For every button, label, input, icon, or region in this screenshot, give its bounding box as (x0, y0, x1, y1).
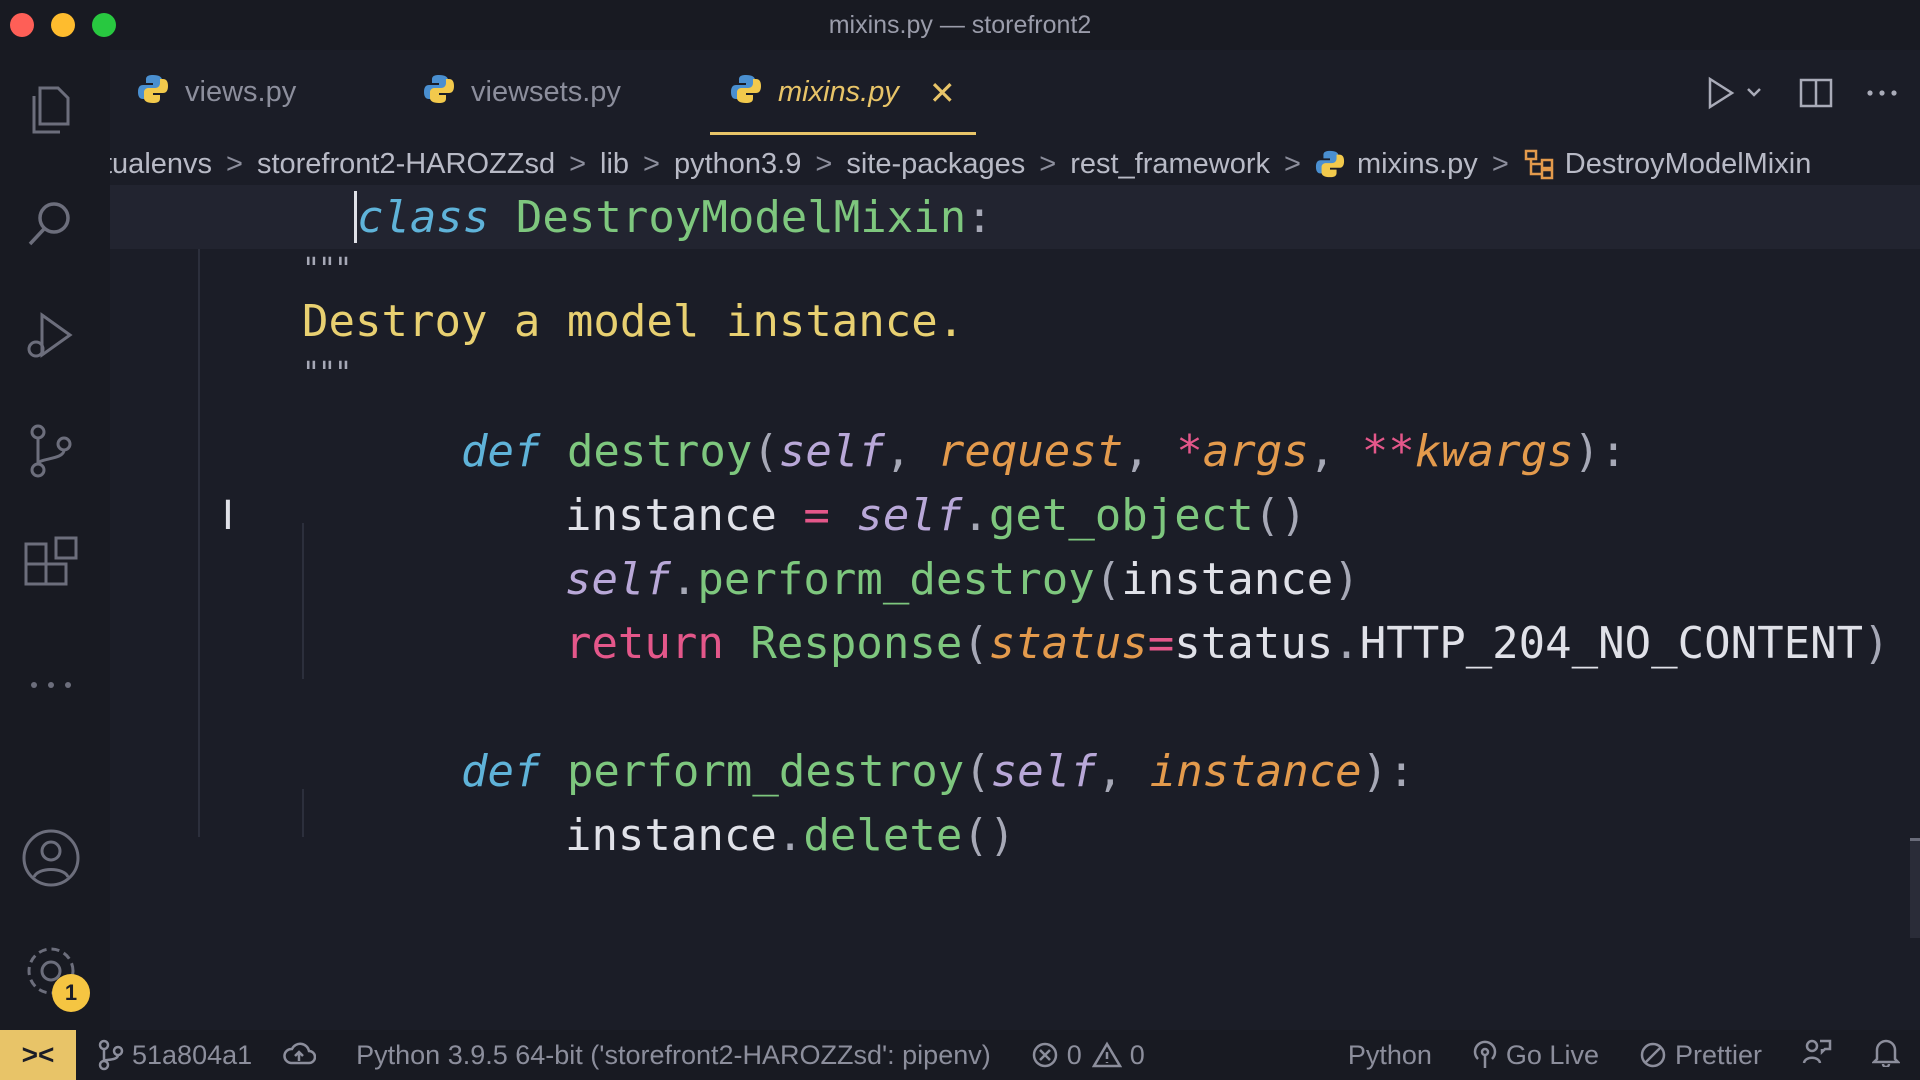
text-cursor (354, 191, 357, 243)
status-bar-right: Python Go Live Prettier (1348, 1037, 1920, 1074)
code-editor[interactable]: class DestroyModelMixin: """ Destroy a m… (110, 185, 1920, 1030)
activity-bar: 1 (0, 50, 110, 1030)
branch-icon (98, 1039, 124, 1071)
python-icon (730, 73, 762, 113)
branch-status[interactable]: 51a804a1 (96, 1039, 252, 1071)
settings-badge: 1 (52, 974, 90, 1012)
remote-indicator-button[interactable]: >< (0, 1030, 76, 1080)
accounts-icon[interactable] (20, 827, 82, 889)
breadcrumb-item[interactable]: tualenvs (110, 148, 212, 181)
title-bar: mixins.py — storefront2 (0, 0, 1920, 50)
tab-label: views.py (185, 76, 297, 108)
code-line: instance.delete() (564, 809, 1016, 861)
remote-icon: >< (21, 1039, 55, 1070)
tab-label: viewsets.py (471, 76, 621, 108)
python-icon (137, 73, 169, 113)
explorer-icon[interactable] (20, 80, 82, 142)
language-mode[interactable]: Python (1348, 1040, 1432, 1071)
code-line: return Response(status=status.HTTP_204_N… (564, 617, 1890, 669)
editor-actions (1704, 50, 1900, 135)
close-tab-icon[interactable]: ✕ (929, 74, 956, 112)
tab-viewsets-py[interactable]: viewsets.py (423, 50, 621, 135)
maximize-window-button[interactable] (92, 13, 116, 37)
cloud-upload-icon (283, 1042, 317, 1065)
run-debug-icon[interactable] (20, 305, 82, 367)
tab-bar: views.py viewsets.py mixins.py ✕ (110, 50, 1920, 135)
window-controls (10, 13, 116, 37)
warning-icon (1091, 1041, 1122, 1068)
python-icon (1315, 149, 1345, 179)
prettier-icon (1640, 1042, 1666, 1068)
notifications-bell-icon[interactable] (1870, 1037, 1902, 1074)
prettier-button[interactable]: Prettier (1639, 1040, 1762, 1071)
more-actions-icon[interactable] (1864, 75, 1900, 111)
tab-views-py[interactable]: views.py (137, 50, 296, 135)
close-window-button[interactable] (10, 13, 34, 37)
status-bar: >< 51a804a1 Python 3.9.5 64-bit ('storef… (0, 1030, 1920, 1080)
chevron-right-icon: > (1039, 147, 1057, 180)
source-control-icon[interactable] (20, 420, 82, 482)
minimize-window-button[interactable] (51, 13, 75, 37)
class-symbol-icon (1523, 148, 1555, 180)
breadcrumb-item[interactable]: rest_framework (1070, 148, 1270, 181)
python-icon (423, 73, 455, 113)
more-icon[interactable] (20, 654, 82, 716)
breadcrumb-item[interactable]: mixins.py (1357, 148, 1478, 181)
window-title: mixins.py — storefront2 (828, 10, 1092, 39)
broadcast-icon (1473, 1040, 1497, 1068)
go-live-button[interactable]: Go Live (1472, 1040, 1599, 1071)
split-editor-icon[interactable] (1798, 75, 1834, 111)
chevron-right-icon: > (1284, 147, 1301, 180)
feedback-icon[interactable] (1802, 1037, 1832, 1074)
chevron-right-icon: > (1491, 147, 1509, 180)
search-icon[interactable] (20, 192, 82, 254)
tab-mixins-py[interactable]: mixins.py ✕ (710, 50, 976, 135)
editor-scrollbar[interactable] (1910, 838, 1920, 938)
run-icon[interactable] (1704, 73, 1768, 113)
tab-label: mixins.py (778, 76, 899, 108)
breadcrumb-item[interactable]: DestroyModelMixin (1565, 148, 1812, 181)
problems-status[interactable]: 0 0 (1031, 1040, 1145, 1071)
extensions-icon[interactable] (20, 534, 82, 596)
python-interpreter-status[interactable]: Python 3.9.5 64-bit ('storefront2-HAROZZ… (356, 1040, 991, 1071)
error-icon (1032, 1042, 1057, 1068)
sync-status[interactable] (282, 1041, 324, 1069)
